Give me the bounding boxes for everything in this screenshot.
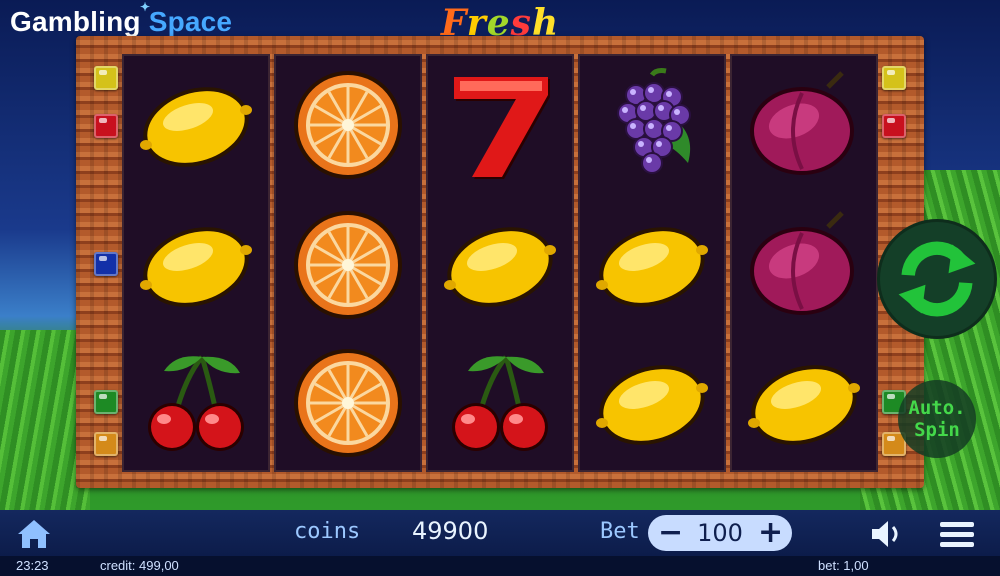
orange-symbol-icon	[276, 196, 420, 334]
home-icon	[18, 520, 50, 548]
brand-name-part1: Gambling	[10, 6, 141, 37]
cherry-symbol-icon	[124, 334, 268, 472]
coins-value: 49900	[412, 517, 489, 545]
bet-label: Bet	[600, 519, 640, 544]
clock: 23:23	[16, 558, 49, 573]
refresh-arrows-icon	[898, 241, 976, 317]
coins-label: coins	[294, 519, 361, 544]
lemon-symbol-icon	[580, 196, 724, 334]
bet-text: bet: 1,00	[818, 558, 869, 573]
lemon-symbol-icon	[124, 56, 268, 194]
reels	[122, 54, 878, 472]
grapes-symbol-icon	[580, 56, 724, 194]
hamburger-icon	[940, 522, 974, 547]
spin-button[interactable]	[880, 222, 994, 336]
status-bar: 23:23 credit: 499,00 bet: 1,00	[0, 556, 1000, 576]
home-button[interactable]	[16, 518, 52, 550]
plum-symbol-icon	[732, 196, 876, 334]
reel-4	[578, 54, 726, 472]
bet-value: 100	[697, 519, 743, 547]
reel-3	[426, 54, 574, 472]
payline-gem-yellow	[882, 66, 906, 90]
orange-symbol-icon	[276, 334, 420, 472]
auto-spin-label-line2: Spin	[914, 419, 960, 441]
brand-logo: Gambling Space ✦	[10, 0, 233, 38]
auto-spin-label-line1: Auto.	[908, 397, 966, 419]
bottom-bar: coins 49900 Bet − 100 +	[0, 510, 1000, 556]
reel-2	[274, 54, 422, 472]
reel-5	[730, 54, 878, 472]
plum-symbol-icon	[732, 56, 876, 194]
orange-symbol-icon	[276, 56, 420, 194]
lemon-symbol-icon	[428, 196, 572, 334]
reel-1	[122, 54, 270, 472]
payline-gem-yellow	[94, 66, 118, 90]
lemon-symbol-icon	[580, 334, 724, 472]
auto-spin-button[interactable]: Auto. Spin	[898, 380, 976, 458]
brand-name-part2: Space	[148, 6, 233, 37]
lemon-symbol-icon	[124, 196, 268, 334]
seven-symbol-icon	[428, 56, 572, 194]
payline-gem-red	[882, 114, 906, 138]
payline-gem-green	[94, 390, 118, 414]
payline-gem-blue	[94, 252, 118, 276]
payline-gem-orange	[94, 432, 118, 456]
sound-button[interactable]	[868, 518, 908, 550]
payline-gem-red	[94, 114, 118, 138]
cherry-symbol-icon	[428, 334, 572, 472]
bet-stepper: − 100 +	[648, 515, 792, 551]
credit-text: credit: 499,00	[100, 558, 179, 573]
speaker-icon	[872, 521, 898, 547]
bet-decrease-button[interactable]: −	[658, 518, 683, 548]
lemon-symbol-icon	[732, 334, 876, 472]
menu-button[interactable]	[940, 522, 974, 548]
sparkle-icon: ✦	[140, 0, 151, 14]
bet-increase-button[interactable]: +	[758, 518, 783, 548]
